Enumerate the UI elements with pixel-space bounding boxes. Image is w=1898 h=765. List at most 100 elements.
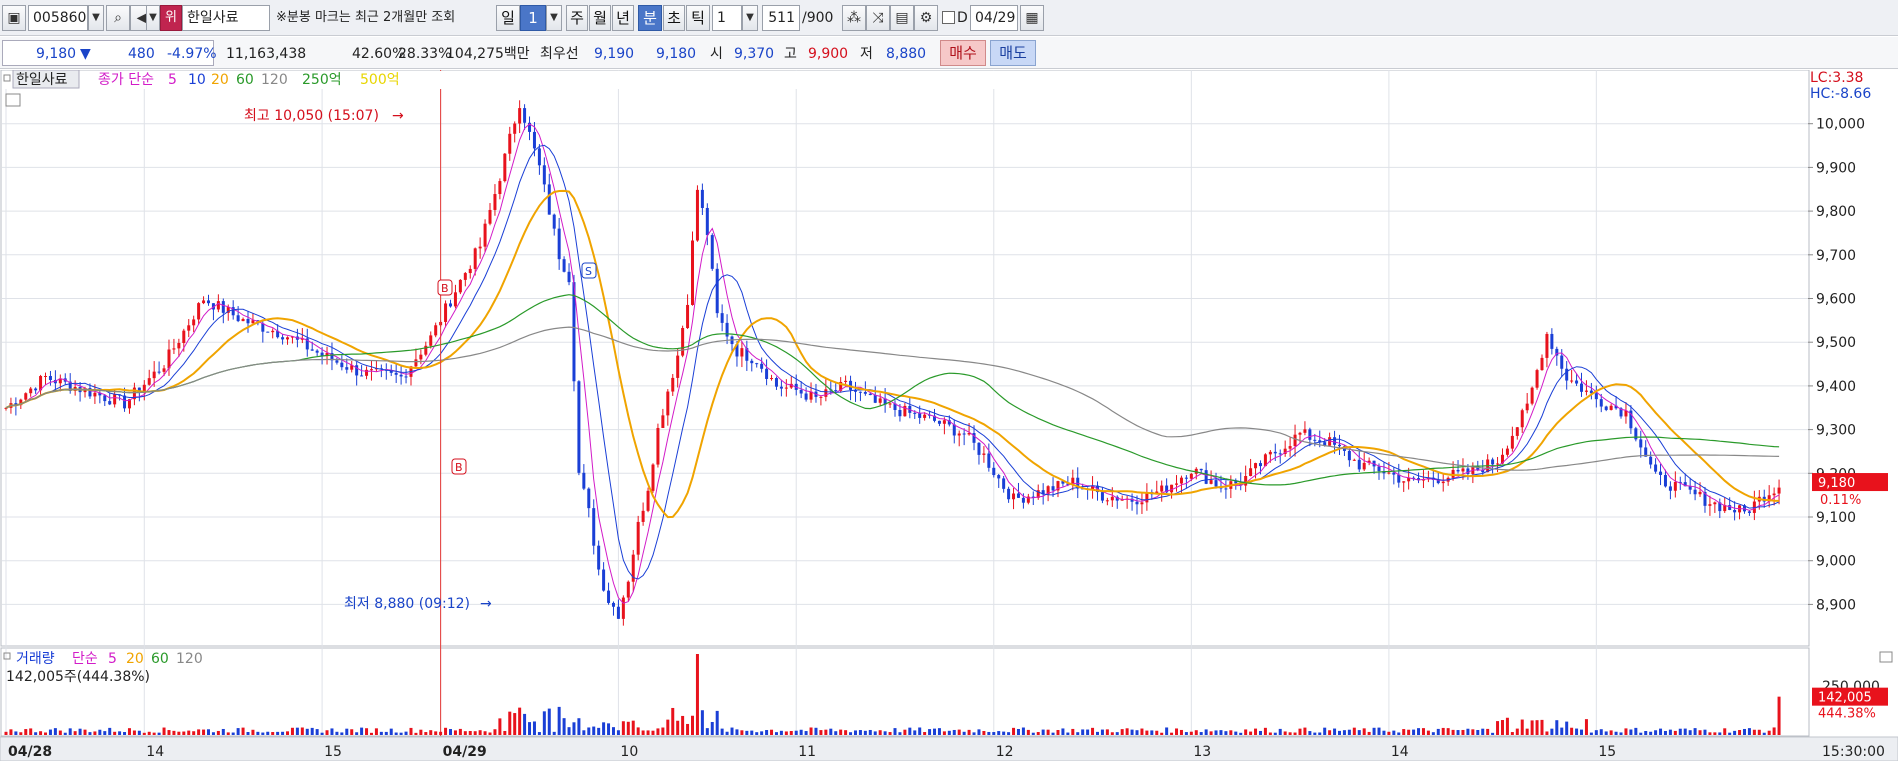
period-minute-button[interactable]: 분	[638, 5, 662, 31]
candle-body	[592, 508, 596, 546]
volume-bar	[710, 721, 714, 735]
sell-button[interactable]: 매도	[990, 40, 1036, 66]
candle-body	[113, 394, 117, 405]
best-bid: 9,180	[656, 46, 697, 62]
chart-area[interactable]: 10,000 9,900 9,800 9,700 9,600 9,500 9,400 9,30…	[0, 69, 1898, 762]
candle-body	[1160, 485, 1164, 492]
interval-dropdown-icon[interactable]: ▼	[742, 5, 758, 31]
buy-button[interactable]: 매수	[940, 40, 986, 66]
volume-bar	[221, 728, 225, 735]
period-month-button[interactable]: 월	[589, 5, 611, 31]
settings-gear-icon[interactable]: ⚙	[914, 5, 938, 31]
volume-bar	[1066, 732, 1070, 735]
candle-body	[1224, 488, 1228, 490]
candle-body	[1184, 477, 1188, 479]
volume-bar	[4, 731, 8, 735]
volume-bar	[246, 731, 250, 735]
candle-body	[868, 393, 872, 396]
candle-body	[251, 320, 255, 324]
volume-bar	[1555, 720, 1559, 735]
count-input[interactable]: 511	[762, 5, 800, 31]
candlestick-chart[interactable]: 10,000 9,900 9,800 9,700 9,600 9,500 9,400 9,30…	[0, 69, 1898, 762]
x-tick-label: 15	[324, 744, 342, 760]
volume-bar	[636, 727, 640, 735]
volume-tag-value: 142,005	[1818, 691, 1872, 706]
period-day-button[interactable]: 일	[496, 5, 520, 31]
code-dropdown-icon[interactable]: ▼	[88, 5, 104, 31]
volume-bar	[1505, 717, 1509, 735]
period-day-number[interactable]: 1	[520, 5, 546, 31]
volume-bar	[1234, 731, 1238, 735]
speaker-dropdown-icon[interactable]: ▼	[146, 5, 160, 31]
candle-body	[266, 331, 270, 333]
volume-bar	[1426, 730, 1430, 735]
volume-bar	[58, 730, 62, 735]
legend-ma500: 500억	[360, 72, 400, 88]
calendar-icon[interactable]: ▦	[1020, 5, 1044, 31]
candle-body	[873, 395, 877, 403]
candle-body	[656, 427, 660, 465]
volume-bar	[1476, 729, 1480, 735]
date-input[interactable]: 04/29	[970, 5, 1018, 31]
stock-code-input[interactable]: 005860	[28, 5, 88, 31]
search-icon[interactable]: ⌕	[106, 5, 130, 31]
max-arrow-icon: →	[392, 108, 404, 124]
volume-bar	[355, 732, 359, 735]
volume-bar	[1135, 730, 1139, 735]
candle-body	[1273, 451, 1277, 454]
volume-bar	[147, 731, 151, 735]
volume-bar	[226, 732, 230, 735]
volume-bar	[1762, 732, 1766, 735]
volume-bar	[182, 731, 186, 735]
period-year-button[interactable]: 년	[612, 5, 634, 31]
volume-bar	[1278, 728, 1282, 735]
volume-bar	[942, 731, 946, 735]
candle-body	[498, 181, 502, 195]
day-dropdown-icon[interactable]: ▼	[546, 5, 562, 31]
volume-bar	[142, 732, 146, 735]
volume-bar	[1663, 730, 1667, 735]
volume-bar	[216, 730, 220, 735]
tools-icon[interactable]: ⁂	[842, 5, 866, 31]
candle-body	[24, 393, 28, 400]
compare-icon[interactable]: ⤨	[866, 5, 890, 31]
volume-bar	[651, 730, 655, 735]
volume-bar	[957, 729, 961, 735]
stock-name-field[interactable]: 한일사료	[182, 5, 270, 31]
volume-bar	[1456, 730, 1460, 735]
volume-bar	[167, 730, 171, 735]
volume-bar	[518, 707, 522, 735]
volume-bar	[1387, 731, 1391, 735]
save-icon[interactable]: ▤	[890, 5, 914, 31]
interval-input[interactable]: 1	[712, 5, 742, 31]
volume-bar	[740, 730, 744, 735]
price-tag-value: 9,180	[1818, 476, 1855, 491]
volume-bar	[197, 729, 201, 735]
candle-body	[1580, 383, 1584, 392]
volume-bar	[562, 718, 566, 735]
candle-body	[177, 342, 181, 349]
volume-bar	[1367, 731, 1371, 735]
volume-bar	[760, 731, 764, 735]
warning-badge: 위	[160, 5, 182, 31]
volume-bar	[1056, 730, 1060, 735]
volume-bar	[1673, 730, 1677, 735]
candle-body	[182, 330, 186, 343]
chart-menu-icon[interactable]: ▣	[2, 5, 26, 31]
candle-body	[552, 214, 556, 229]
candle-body	[1254, 463, 1258, 469]
period-week-button[interactable]: 주	[566, 5, 588, 31]
volume-bar	[374, 728, 378, 735]
volume-bar	[463, 731, 467, 735]
volume-bar	[1654, 730, 1658, 735]
volume-bar	[809, 727, 813, 735]
volume-bar	[1545, 731, 1549, 735]
period-tick-button[interactable]: 틱	[686, 5, 710, 31]
volume-bar	[952, 729, 956, 735]
period-second-button[interactable]: 초	[663, 5, 685, 31]
date-checkbox[interactable]	[942, 11, 955, 24]
volume-bar	[1298, 728, 1302, 735]
volume-ma-label: 단순	[72, 651, 98, 667]
volume-bar	[597, 727, 601, 735]
candle-body	[335, 360, 339, 363]
